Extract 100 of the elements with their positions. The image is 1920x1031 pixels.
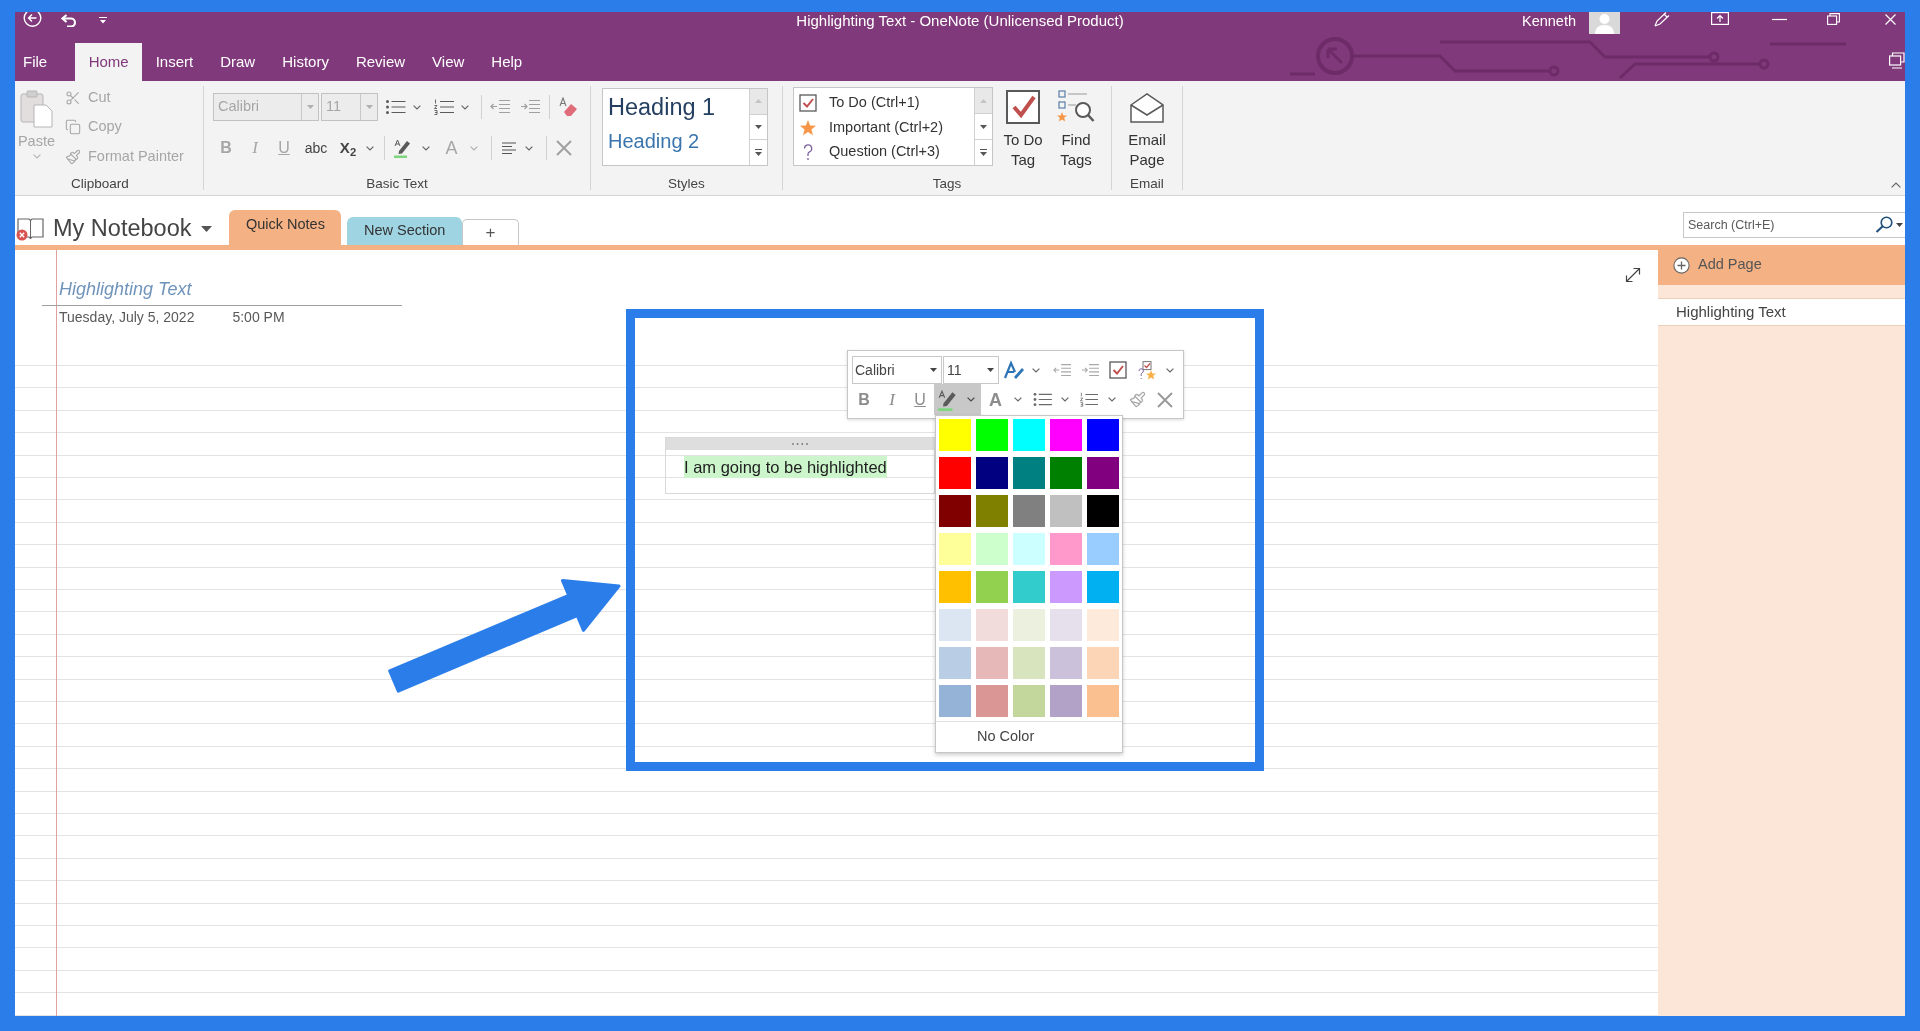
color-swatch-icon[interactable]	[1013, 495, 1045, 527]
caret-icon[interactable]	[525, 145, 533, 151]
caret-icon[interactable]	[967, 397, 975, 402]
brush-icon[interactable]	[1003, 360, 1025, 380]
ribbon-tab[interactable]: File	[15, 43, 76, 81]
expand-gallery-icon[interactable]	[980, 149, 987, 156]
ribbon-tab[interactable]: Home	[75, 43, 143, 81]
no-color-button[interactable]: No Color	[936, 722, 1122, 752]
caret-icon[interactable]	[987, 368, 994, 372]
tags-icon[interactable]	[1138, 360, 1157, 380]
section-tab[interactable]: New Section	[347, 217, 462, 245]
notebook-icon[interactable]	[16, 216, 45, 241]
ribbon-tab[interactable]: Insert	[142, 43, 207, 81]
color-swatch-icon[interactable]	[976, 495, 1008, 527]
color-swatch-icon[interactable]	[1013, 685, 1045, 717]
caret-icon[interactable]	[1108, 397, 1116, 402]
decrease-indent-icon[interactable]	[490, 99, 510, 115]
search-field[interactable]: Search (Ctrl+E)	[1683, 212, 1905, 238]
delete-icon[interactable]	[1156, 390, 1174, 409]
increase-indent-icon[interactable]	[520, 99, 540, 115]
color-swatch-icon[interactable]	[1050, 495, 1082, 527]
color-swatch-icon[interactable]	[976, 419, 1008, 451]
strikethrough-button[interactable]: abc	[303, 138, 329, 158]
color-swatch-icon[interactable]	[1050, 609, 1082, 641]
subscript-button[interactable]: X$_{2}$	[338, 138, 358, 158]
color-swatch-icon[interactable]	[1050, 647, 1082, 679]
color-swatch-icon[interactable]	[1087, 609, 1119, 641]
add-section-tab[interactable]: +	[461, 219, 519, 245]
highlighter-pen-icon[interactable]	[393, 138, 413, 158]
color-swatch-icon[interactable]	[939, 685, 971, 717]
undo-icon[interactable]	[59, 14, 78, 27]
color-swatch-icon[interactable]	[976, 571, 1008, 603]
stacked-windows-icon[interactable]	[1889, 52, 1905, 69]
decrease-indent-icon[interactable]	[1053, 362, 1071, 378]
notebook-selector[interactable]: My Notebook	[53, 214, 213, 242]
color-swatch-icon[interactable]	[1087, 419, 1119, 451]
scroll-down-icon[interactable]	[980, 124, 987, 129]
font-name-dropdown[interactable]: Calibri	[852, 356, 942, 384]
ribbon-tab[interactable]: Review	[342, 43, 419, 81]
color-swatch-icon[interactable]	[1087, 495, 1119, 527]
caret-icon[interactable]	[1061, 397, 1069, 402]
color-swatch-icon[interactable]	[939, 495, 971, 527]
tag-option[interactable]: To Do (Ctrl+1)	[794, 91, 974, 116]
ribbon-tab[interactable]: Help	[477, 43, 536, 81]
caret-icon[interactable]	[422, 145, 430, 151]
caret-icon[interactable]	[1032, 367, 1040, 373]
color-swatch-icon[interactable]	[1087, 533, 1119, 565]
bullet-list-icon[interactable]	[1033, 392, 1052, 407]
expand-gallery-icon[interactable]	[755, 149, 762, 157]
bullet-list-icon[interactable]	[385, 99, 406, 115]
numbered-list-icon[interactable]	[434, 99, 454, 115]
caret-icon[interactable]	[366, 145, 374, 151]
avatar-icon[interactable]	[1589, 12, 1620, 34]
color-swatch-icon[interactable]	[1087, 647, 1119, 679]
find-tags-button[interactable]: Find Tags	[1057, 81, 1095, 173]
color-swatch-icon[interactable]	[976, 647, 1008, 679]
color-swatch-icon[interactable]	[1013, 647, 1045, 679]
color-swatch-icon[interactable]	[976, 533, 1008, 565]
color-swatch-icon[interactable]	[939, 457, 971, 489]
add-page-button[interactable]: Add Page	[1658, 245, 1905, 285]
email-page-button[interactable]: Email Page	[1126, 81, 1168, 173]
caret-icon[interactable]	[461, 104, 469, 110]
caret-icon[interactable]	[413, 104, 421, 110]
align-left-icon[interactable]	[502, 142, 516, 154]
caret-icon[interactable]	[1014, 397, 1022, 402]
color-swatch-icon[interactable]	[1013, 609, 1045, 641]
customize-menu-icon[interactable]	[99, 17, 107, 24]
tag-option[interactable]: Important (Ctrl+2)	[794, 115, 974, 140]
caret-icon[interactable]	[201, 226, 213, 232]
caret-icon[interactable]	[930, 368, 937, 372]
color-swatch-icon[interactable]	[976, 609, 1008, 641]
numbered-list-icon[interactable]	[1080, 392, 1098, 407]
color-swatch-icon[interactable]	[1013, 571, 1045, 603]
color-swatch-icon[interactable]	[1050, 571, 1082, 603]
page-list-item[interactable]: Highlighting Text	[1658, 298, 1905, 326]
restore-icon[interactable]	[1827, 13, 1840, 25]
paintbrush-icon[interactable]	[1129, 391, 1146, 408]
increase-indent-icon[interactable]	[1081, 362, 1099, 378]
eraser-icon[interactable]	[559, 97, 578, 117]
scroll-down-icon[interactable]	[755, 125, 762, 129]
back-icon[interactable]	[23, 12, 42, 27]
font-size-dropdown[interactable]: 11	[943, 356, 999, 384]
ribbon-tab[interactable]: History	[268, 43, 343, 81]
drag-handle-icon[interactable]	[792, 443, 808, 445]
search-icon[interactable]	[1875, 216, 1893, 233]
color-swatch-icon[interactable]	[1013, 533, 1045, 565]
color-swatch-icon[interactable]	[939, 571, 971, 603]
ribbon-tab[interactable]: View	[418, 43, 478, 81]
checkbox-icon[interactable]	[1109, 361, 1127, 379]
color-swatch-icon[interactable]	[1013, 419, 1045, 451]
style-option[interactable]: Heading 1	[608, 92, 716, 122]
color-swatch-icon[interactable]	[1087, 685, 1119, 717]
highlight-button[interactable]	[934, 384, 981, 415]
color-swatch-icon[interactable]	[939, 419, 971, 451]
ribbon-tab[interactable]: Draw	[206, 43, 269, 81]
style-option[interactable]: Heading 2	[608, 128, 700, 154]
scroll-up-icon[interactable]	[980, 98, 987, 103]
color-swatch-icon[interactable]	[939, 647, 971, 679]
delete-icon[interactable]	[555, 139, 573, 157]
close-icon[interactable]	[1885, 14, 1896, 25]
